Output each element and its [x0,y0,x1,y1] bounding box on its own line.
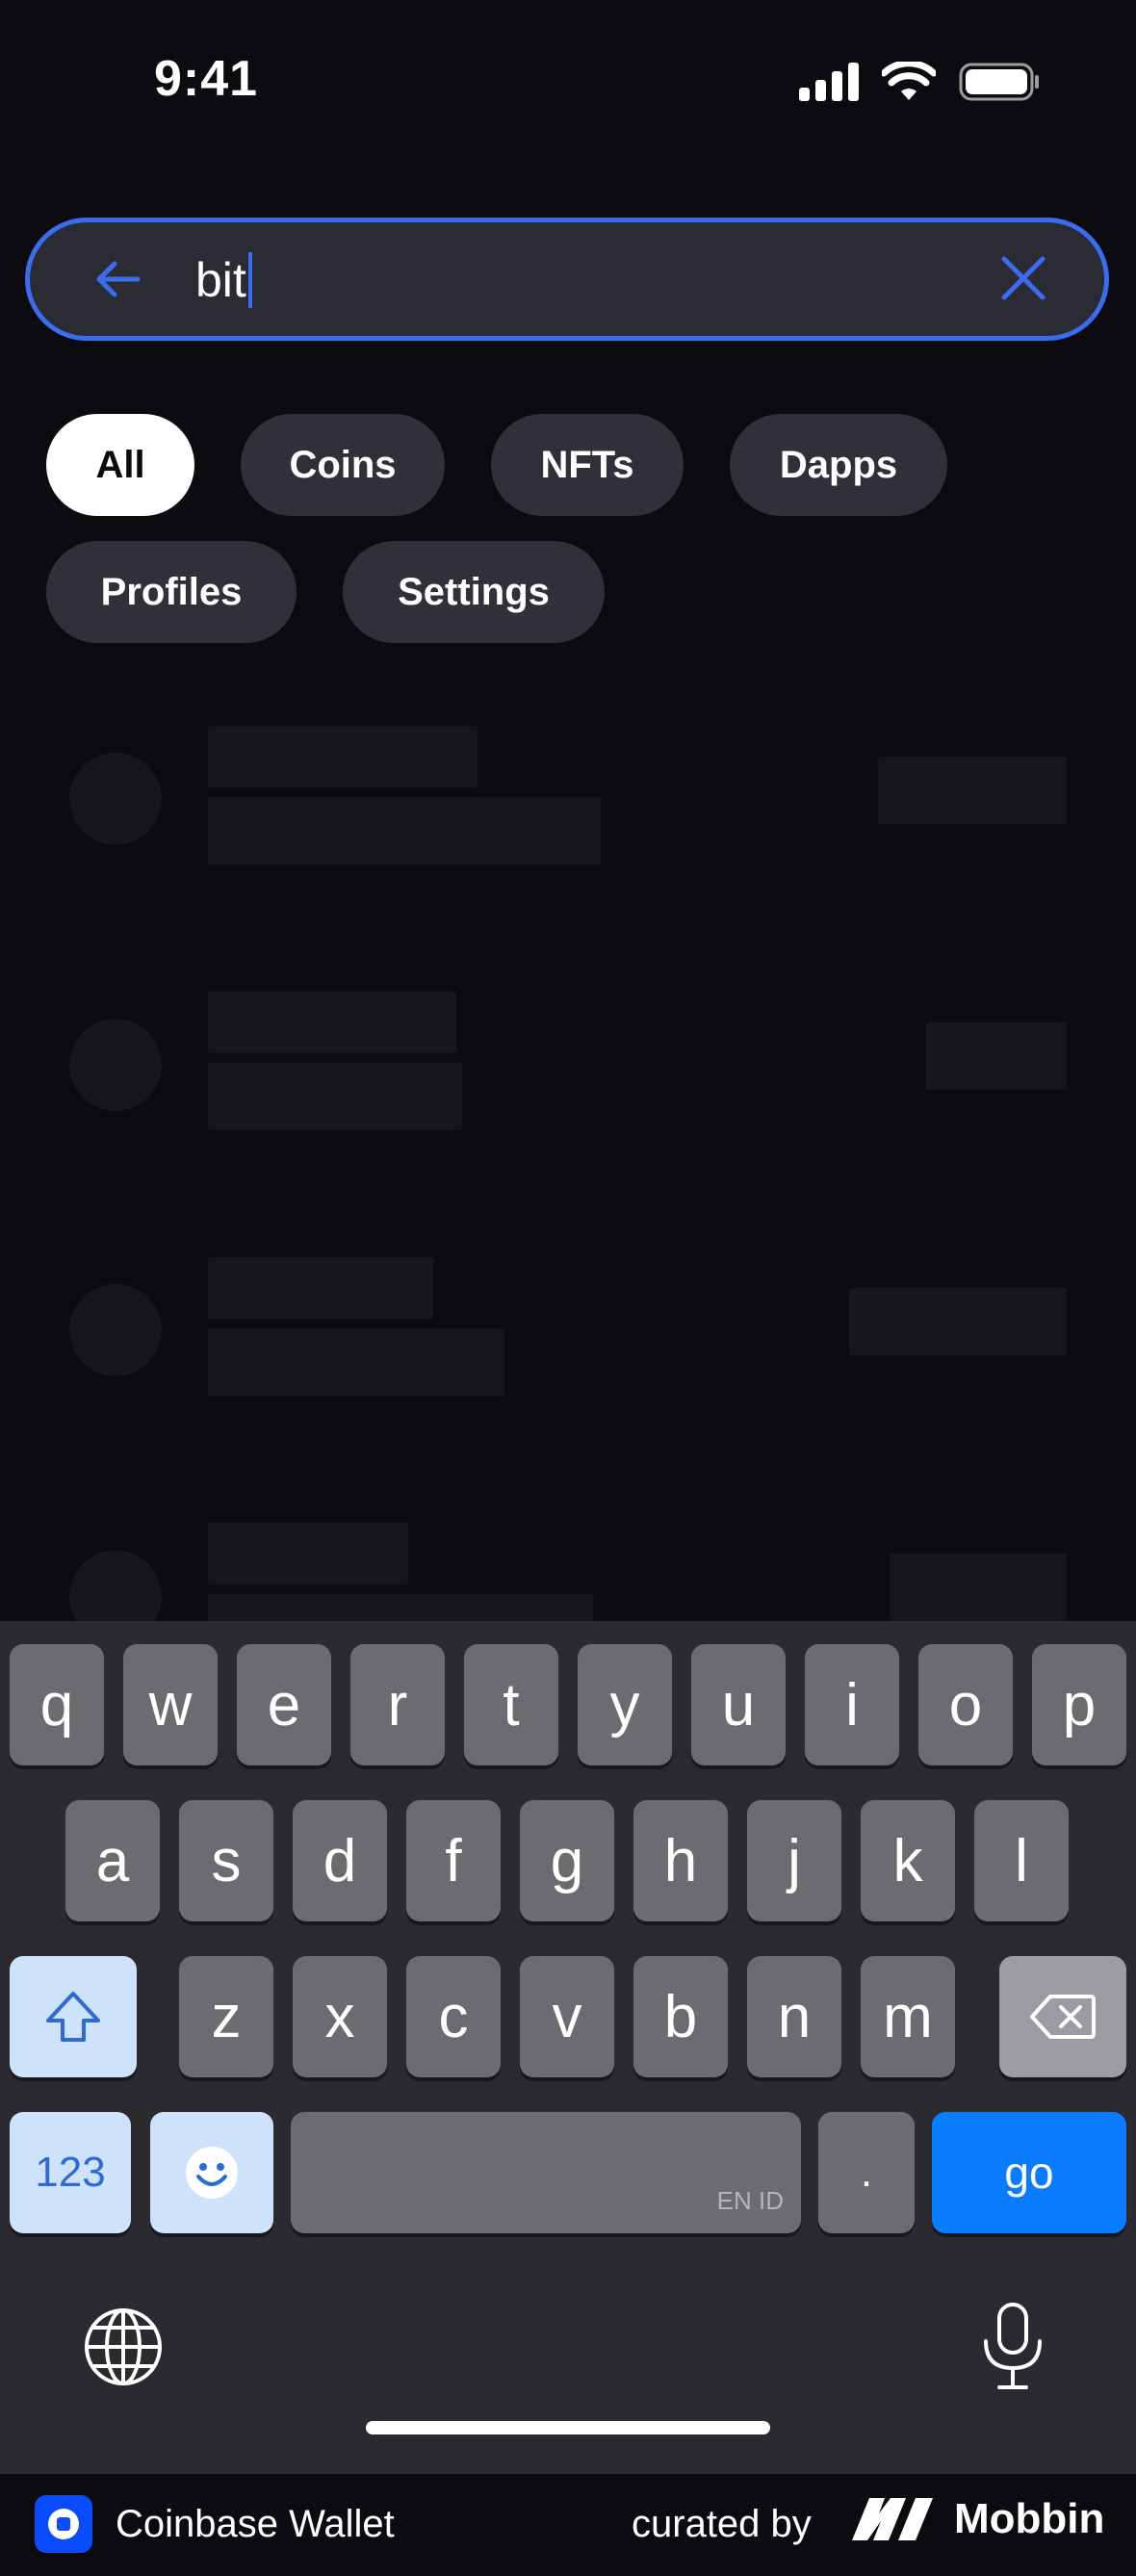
footer-attribution: Coinbase Wallet curated by Mobbin [0,2474,1136,2576]
loading-skeleton-row [0,1244,1136,1436]
skeleton-value [878,757,1067,824]
back-arrow-icon[interactable] [88,249,147,309]
filter-chip-all[interactable]: All [46,414,194,516]
footer-app-name: Coinbase Wallet [116,2503,395,2545]
on-screen-keyboard: q w e r t y u i o p a s d f g h j k l z … [0,1621,1136,2474]
key-g[interactable]: g [520,1800,614,1921]
footer-curated-by: curated by [632,2503,812,2545]
status-bar: 9:41 [0,0,1136,164]
filter-chip-label: Settings [398,570,550,613]
search-input[interactable]: bit [195,251,252,309]
filter-chip-nfts[interactable]: NFTs [491,414,684,516]
footer-brand-name: Mobbin [954,2495,1105,2542]
key-l[interactable]: l [974,1800,1069,1921]
key-z[interactable]: z [179,1956,273,2077]
key-p[interactable]: p [1032,1644,1126,1765]
period-key[interactable]: . [818,2112,915,2233]
shift-key[interactable] [10,1956,137,2077]
key-j[interactable]: j [747,1800,841,1921]
key-h[interactable]: h [633,1800,728,1921]
status-time: 9:41 [154,51,259,107]
skeleton-value [926,1022,1067,1090]
numbers-key[interactable]: 123 [10,2112,131,2233]
key-q[interactable]: q [10,1644,104,1765]
key-y[interactable]: y [578,1644,672,1765]
skeleton-value [849,1288,1067,1355]
home-indicator[interactable] [366,2421,770,2434]
key-k[interactable]: k [861,1800,955,1921]
microphone-icon[interactable] [980,2301,1046,2393]
skeleton-title [208,992,456,1053]
filter-chip-dapps[interactable]: Dapps [730,414,947,516]
filter-chip-label: All [95,443,145,486]
key-w[interactable]: w [123,1644,218,1765]
key-v[interactable]: v [520,1956,614,2077]
key-f[interactable]: f [406,1800,501,1921]
skeleton-title [208,1257,433,1319]
filter-chip-label: Profiles [100,570,243,613]
globe-icon[interactable] [83,2306,164,2387]
key-b[interactable]: b [633,1956,728,2077]
key-u[interactable]: u [691,1644,786,1765]
skeleton-avatar [69,1018,162,1111]
mobbin-logo-icon [852,2498,933,2540]
key-d[interactable]: d [293,1800,387,1921]
key-r[interactable]: r [350,1644,445,1765]
key-o[interactable]: o [918,1644,1013,1765]
battery-icon [959,63,1039,101]
wifi-icon [882,62,936,100]
cellular-signal-icon [799,63,859,101]
search-bar[interactable]: bit [25,218,1109,341]
go-key[interactable]: go [932,2112,1126,2233]
loading-skeleton-row [0,712,1136,905]
search-query: bit [195,253,246,307]
filter-chip-label: NFTs [540,443,634,486]
key-n[interactable]: n [747,1956,841,2077]
filter-chip-label: Dapps [779,443,898,486]
backspace-key[interactable] [999,1956,1126,2077]
skeleton-title [208,1523,408,1584]
key-t[interactable]: t [464,1644,558,1765]
filter-chip-settings[interactable]: Settings [343,541,605,643]
key-m[interactable]: m [861,1956,955,2077]
key-i[interactable]: i [805,1644,899,1765]
emoji-key[interactable] [150,2112,273,2233]
skeleton-subtitle [208,1063,462,1130]
filter-chip-label: Coins [289,443,397,486]
skeleton-subtitle [208,1328,504,1396]
skeleton-subtitle [208,797,601,864]
loading-skeleton-row [0,978,1136,1171]
skeleton-title [208,726,478,787]
skeleton-avatar [69,753,162,845]
key-s[interactable]: s [179,1800,273,1921]
shift-arrow-icon [46,1992,100,2042]
keyboard-language-hint: EN ID [716,2186,784,2215]
key-c[interactable]: c [406,1956,501,2077]
mobbin-brand: Mobbin [852,2495,1104,2543]
filter-chip-coins[interactable]: Coins [241,414,445,516]
key-a[interactable]: a [65,1800,160,1921]
clear-search-icon[interactable] [996,251,1050,305]
key-e[interactable]: e [237,1644,331,1765]
filter-chip-profiles[interactable]: Profiles [46,541,297,643]
text-caret [247,252,252,308]
key-x[interactable]: x [293,1956,387,2077]
emoji-icon [186,2147,238,2199]
status-icons [799,62,1040,102]
backspace-icon [1030,1995,1096,2039]
space-bar[interactable]: EN ID [291,2112,801,2233]
coinbase-wallet-logo [35,2495,92,2553]
skeleton-value [890,1554,1067,1621]
skeleton-avatar [69,1284,162,1377]
coinbase-logo-square [57,2517,70,2531]
